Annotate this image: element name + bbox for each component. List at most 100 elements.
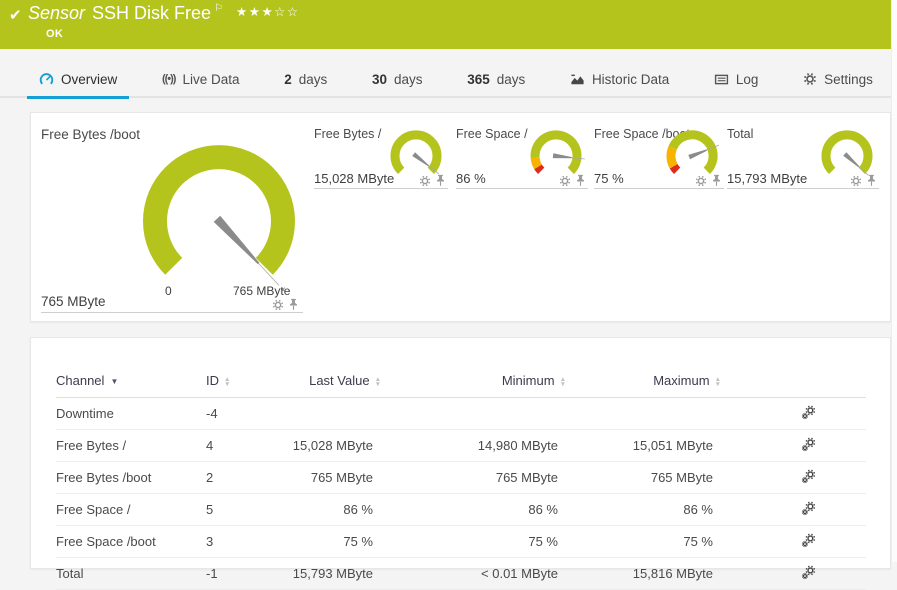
scrollbar-track[interactable]: [891, 0, 897, 562]
gauge-tile-primary: Free Bytes /boot x 0 765 MByte 765 MByte: [41, 121, 303, 313]
primary-gauge[interactable]: x: [127, 133, 311, 296]
cell-actions: [721, 526, 866, 558]
tab-label: Settings: [824, 72, 873, 87]
column-header-id[interactable]: ID▲▼: [206, 366, 264, 398]
priority-stars[interactable]: ★★★☆☆: [236, 5, 300, 19]
gauge-value: 86 %: [456, 171, 486, 186]
channel-table-panel: Channel▼ID▲▼Last Value▲▼Minimum▲▼Maximum…: [30, 337, 891, 569]
sort-toggle-icon: ▲▼: [375, 377, 381, 387]
cell-max: 75 %: [566, 526, 721, 558]
gauge-value: 15,793 MByte: [727, 171, 807, 186]
cell-id: 4: [206, 430, 264, 462]
tab-number: 30: [372, 72, 387, 87]
cell-channel[interactable]: Free Space /: [56, 494, 206, 526]
column-label: Channel: [56, 373, 104, 388]
gauge-settings-gear-icon[interactable]: [419, 175, 431, 187]
broadcast-icon: ((•)): [162, 73, 176, 85]
priority-flag-icon[interactable]: ⚐: [214, 3, 223, 14]
column-label: Last Value: [309, 373, 369, 388]
tab-number: 2: [284, 72, 292, 87]
tab-label: days: [394, 72, 423, 87]
pin-gauge-icon[interactable]: [288, 298, 299, 311]
gauge-settings-gear-icon[interactable]: [695, 175, 707, 187]
gauge-settings-gear-icon[interactable]: [272, 299, 284, 311]
gauge-value: 765 MByte: [41, 294, 106, 309]
log-icon: [714, 72, 729, 87]
cell-id: 5: [206, 494, 264, 526]
channel-settings-gears-icon[interactable]: [801, 565, 816, 583]
cell-min: 86 %: [381, 494, 566, 526]
channel-settings-gears-icon[interactable]: [801, 405, 816, 423]
channel-settings-gears-icon[interactable]: [801, 469, 816, 487]
column-header-actions: [721, 366, 866, 398]
cell-actions: [721, 494, 866, 526]
tab-2-days[interactable]: 2days: [272, 61, 339, 97]
column-header-min[interactable]: Minimum▲▼: [381, 366, 566, 398]
cell-min: [381, 398, 566, 430]
sort-toggle-icon: ▲▼: [560, 377, 566, 387]
table-row-total: Total-115,793 MByte< 0.01 MByte15,816 MB…: [56, 558, 866, 590]
column-header-last[interactable]: Last Value ▲▼: [264, 366, 381, 398]
column-header-channel[interactable]: Channel ▼: [56, 366, 206, 398]
channel-settings-gears-icon[interactable]: [801, 533, 816, 551]
cell-channel[interactable]: Free Space /boot: [56, 526, 206, 558]
cell-actions: [721, 430, 866, 462]
cell-last: 765 MByte: [264, 462, 381, 494]
cell-min: 14,980 MByte: [381, 430, 566, 462]
gauge-settings-gear-icon[interactable]: [850, 175, 862, 187]
tab-label: Overview: [61, 72, 117, 87]
status-ok-check-icon: ✔: [9, 6, 22, 24]
table-row-free-space-boot: Free Space /boot375 %75 %75 %: [56, 526, 866, 558]
tab-log[interactable]: Log: [702, 61, 771, 97]
settings-icon: [803, 72, 817, 86]
pin-gauge-icon[interactable]: [575, 174, 586, 187]
tab-live-data[interactable]: ((•))Live Data: [150, 61, 252, 97]
column-header-max[interactable]: Maximum ▲▼: [566, 366, 721, 398]
pin-gauge-icon[interactable]: [866, 174, 877, 187]
sort-toggle-icon: ▲▼: [715, 377, 721, 387]
cell-actions: [721, 462, 866, 494]
tab-settings[interactable]: Settings: [791, 61, 885, 97]
gauge-value: 75 %: [594, 171, 624, 186]
cell-channel[interactable]: Total: [56, 558, 206, 590]
tab-label: days: [497, 72, 526, 87]
page-title: SensorSSH Disk Free⚐★★★☆☆: [28, 3, 300, 24]
cell-max: 15,051 MByte: [566, 430, 721, 462]
cell-last: 75 %: [264, 526, 381, 558]
tab-30-days[interactable]: 30 days: [360, 61, 435, 97]
gauge-scale-min: 0: [165, 284, 172, 298]
tab-365-days[interactable]: 365days: [455, 61, 537, 97]
gauge-tile-actions: [272, 298, 299, 311]
cell-max: [566, 398, 721, 430]
channel-settings-gears-icon[interactable]: [801, 437, 816, 455]
cell-channel[interactable]: Free Bytes /: [56, 430, 206, 462]
cell-channel[interactable]: Free Bytes /boot: [56, 462, 206, 494]
cell-actions: [721, 558, 866, 590]
sensor-header: ✔ SensorSSH Disk Free⚐★★★☆☆ OK: [0, 0, 897, 49]
gauge-tile-actions: [419, 174, 446, 187]
cell-min: 75 %: [381, 526, 566, 558]
gauge-tile-5: Total15,793 MByte: [727, 127, 879, 189]
tab-label: Historic Data: [592, 72, 669, 87]
tab-historic-data[interactable]: Historic Data: [558, 61, 681, 97]
tab-overview[interactable]: Overview: [27, 61, 129, 97]
cell-max: 765 MByte: [566, 462, 721, 494]
cell-actions: [721, 398, 866, 430]
cell-id: -4: [206, 398, 264, 430]
cell-id: 3: [206, 526, 264, 558]
channel-table: Channel▼ID▲▼Last Value▲▼Minimum▲▼Maximum…: [56, 366, 866, 590]
pin-gauge-icon[interactable]: [711, 174, 722, 187]
pin-gauge-icon[interactable]: [435, 174, 446, 187]
gauge-tile-actions: [695, 174, 722, 187]
column-label: Maximum: [653, 373, 709, 388]
sort-desc-icon: ▼: [110, 377, 118, 386]
tab-label: Log: [736, 72, 759, 87]
cell-max: 15,816 MByte: [566, 558, 721, 590]
gauge-tile-4: Free Space /boot75 %: [594, 127, 724, 189]
gauge-settings-gear-icon[interactable]: [559, 175, 571, 187]
channel-settings-gears-icon[interactable]: [801, 501, 816, 519]
cell-id: -1: [206, 558, 264, 590]
cell-channel[interactable]: Downtime: [56, 398, 206, 430]
cell-last: 15,028 MByte: [264, 430, 381, 462]
cell-id: 2: [206, 462, 264, 494]
